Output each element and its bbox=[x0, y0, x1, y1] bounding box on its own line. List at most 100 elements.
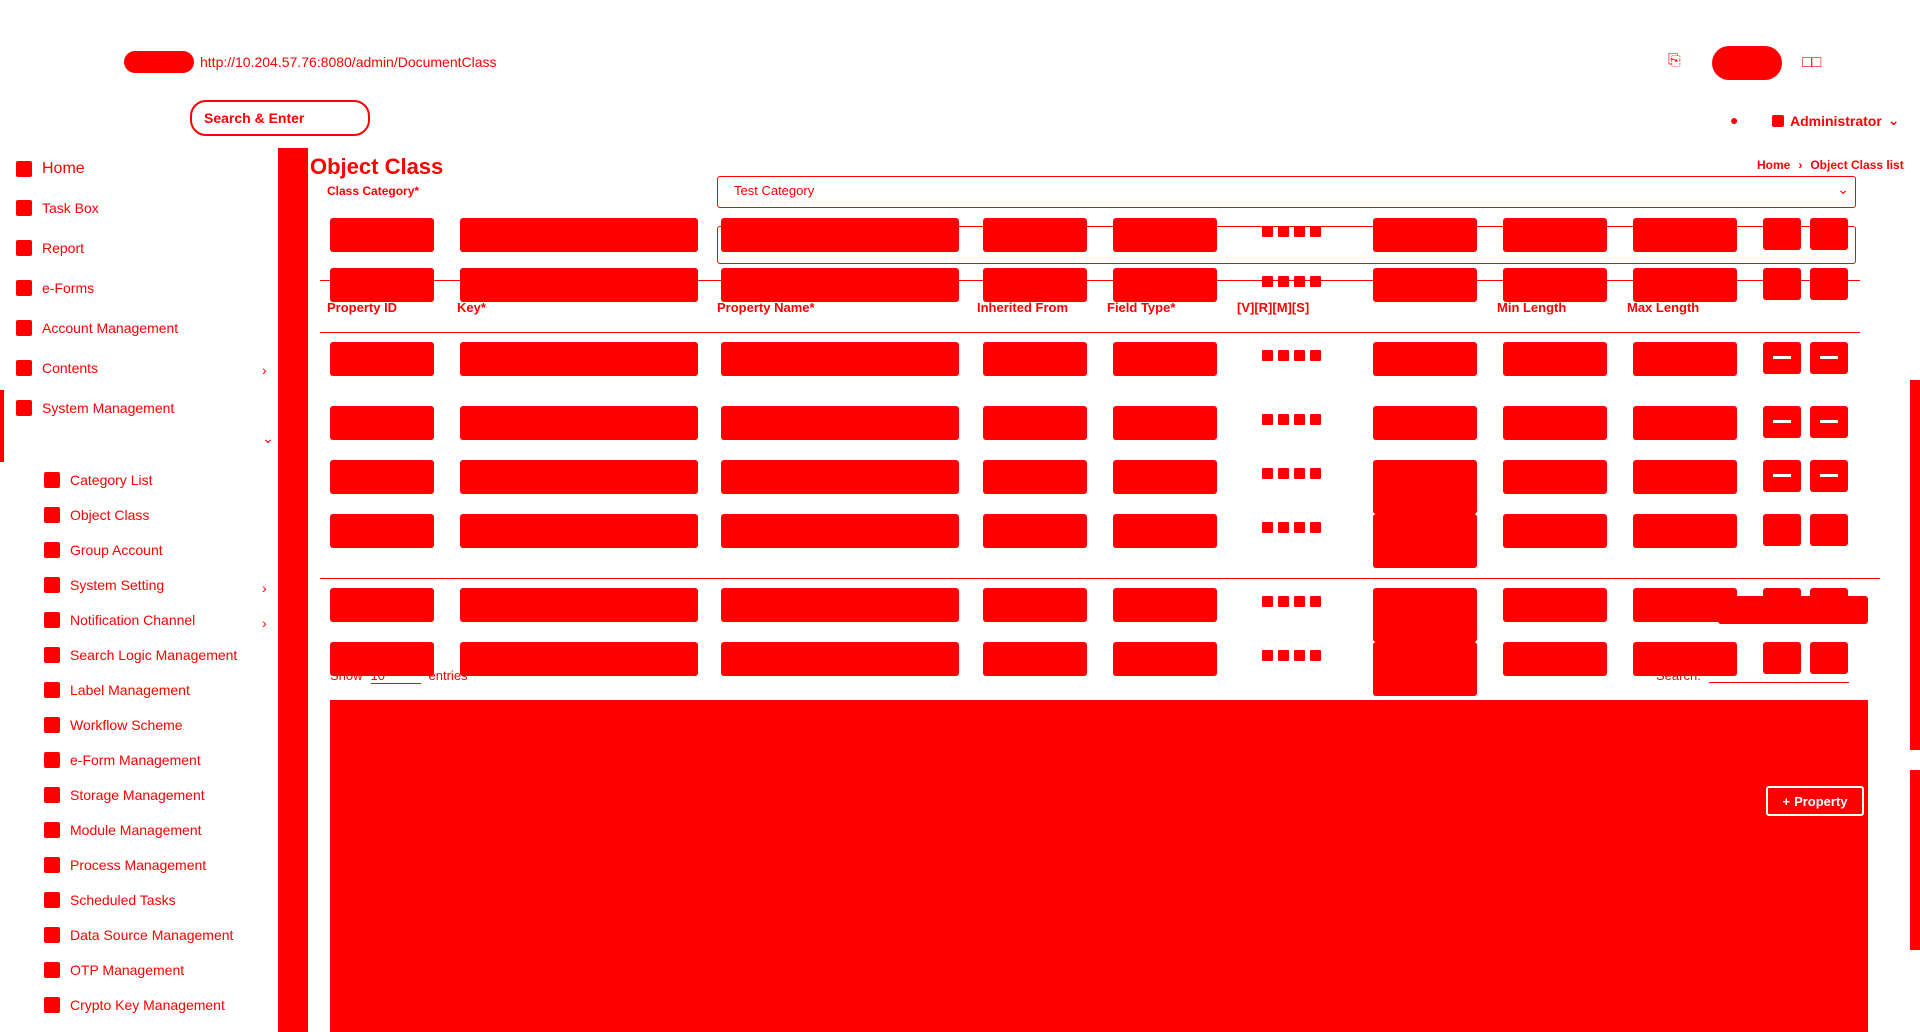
property-field[interactable] bbox=[1503, 642, 1607, 676]
property-field[interactable] bbox=[983, 342, 1087, 376]
property-field[interactable] bbox=[1113, 588, 1217, 622]
flag-checkbox[interactable] bbox=[1278, 522, 1289, 533]
submenu-item-system-setting[interactable]: System Setting bbox=[44, 577, 164, 593]
property-field[interactable] bbox=[330, 514, 434, 548]
table-search-input[interactable] bbox=[1708, 668, 1849, 683]
submenu-item-search-logic[interactable]: Search Logic Management bbox=[44, 647, 237, 663]
submenu-item-storage[interactable]: Storage Management bbox=[44, 787, 205, 803]
property-field[interactable] bbox=[1113, 268, 1217, 302]
flag-checkbox[interactable] bbox=[1278, 414, 1289, 425]
property-field[interactable] bbox=[1633, 460, 1737, 494]
flag-checkbox[interactable] bbox=[1294, 350, 1305, 361]
property-field[interactable] bbox=[330, 588, 434, 622]
property-field[interactable] bbox=[1113, 642, 1217, 676]
flag-checkbox[interactable] bbox=[1310, 468, 1321, 479]
property-field[interactable] bbox=[1113, 342, 1217, 376]
row-action-button[interactable] bbox=[1763, 218, 1801, 250]
remove-row-button[interactable] bbox=[1763, 342, 1801, 374]
property-field[interactable] bbox=[330, 268, 434, 302]
property-field[interactable] bbox=[1503, 460, 1607, 494]
property-field[interactable] bbox=[1113, 406, 1217, 440]
flag-checkbox[interactable] bbox=[1262, 596, 1273, 607]
property-field[interactable] bbox=[1373, 342, 1477, 376]
flag-checkbox[interactable] bbox=[1278, 596, 1289, 607]
property-field[interactable] bbox=[460, 588, 698, 622]
property-field[interactable] bbox=[1633, 514, 1737, 548]
flag-checkbox[interactable] bbox=[1262, 522, 1273, 533]
fullscreen-icon[interactable]: □□ bbox=[1802, 54, 1821, 72]
property-field[interactable] bbox=[721, 642, 959, 676]
submenu-item-datasource[interactable]: Data Source Management bbox=[44, 927, 233, 943]
add-property-button[interactable]: + Property bbox=[1766, 786, 1864, 816]
property-field[interactable] bbox=[1633, 268, 1737, 302]
flag-checkbox[interactable] bbox=[1262, 414, 1273, 425]
row-action-button[interactable] bbox=[1810, 268, 1848, 300]
property-field[interactable] bbox=[460, 642, 698, 676]
remove-row-button[interactable] bbox=[1810, 406, 1848, 438]
property-field[interactable] bbox=[983, 588, 1087, 622]
scrollbar-bottom[interactable] bbox=[1910, 770, 1920, 950]
property-field[interactable] bbox=[1373, 218, 1477, 252]
submenu-item-scheduled[interactable]: Scheduled Tasks bbox=[44, 892, 176, 908]
property-field[interactable] bbox=[1503, 406, 1607, 440]
sidebar-item-account[interactable]: Account Management bbox=[16, 320, 178, 336]
property-field[interactable] bbox=[1503, 268, 1607, 302]
property-field[interactable] bbox=[460, 460, 698, 494]
flag-checkbox[interactable] bbox=[1262, 226, 1273, 237]
flag-checkbox[interactable] bbox=[1278, 468, 1289, 479]
property-field[interactable] bbox=[1113, 514, 1217, 548]
flag-checkbox[interactable] bbox=[1294, 226, 1305, 237]
class-category-select[interactable]: Test Category ⌄ bbox=[717, 176, 1856, 208]
property-field[interactable] bbox=[721, 588, 959, 622]
submenu-item-eform[interactable]: e-Form Management bbox=[44, 752, 201, 768]
row-action-button[interactable] bbox=[1763, 514, 1801, 546]
property-field[interactable] bbox=[1373, 642, 1477, 696]
submenu-item-module[interactable]: Module Management bbox=[44, 822, 202, 838]
scrollbar-top[interactable] bbox=[1910, 380, 1920, 750]
flag-checkbox[interactable] bbox=[1262, 276, 1273, 287]
property-field[interactable] bbox=[330, 460, 434, 494]
row-action-button[interactable] bbox=[1810, 218, 1848, 250]
flag-checkbox[interactable] bbox=[1310, 226, 1321, 237]
sidebar-item-system[interactable]: System Management bbox=[16, 400, 174, 416]
property-field[interactable] bbox=[983, 406, 1087, 440]
notification-icon[interactable]: ● bbox=[1730, 112, 1738, 128]
submenu-item-group-account[interactable]: Group Account bbox=[44, 542, 163, 558]
property-field[interactable] bbox=[721, 268, 959, 302]
property-field[interactable] bbox=[1633, 342, 1737, 376]
property-field[interactable] bbox=[721, 460, 959, 494]
submenu-item-category-list[interactable]: Category List bbox=[44, 472, 152, 488]
property-field[interactable] bbox=[1373, 588, 1477, 642]
flag-checkbox[interactable] bbox=[1310, 414, 1321, 425]
property-field[interactable] bbox=[983, 514, 1087, 548]
property-field[interactable] bbox=[460, 342, 698, 376]
property-field[interactable] bbox=[1373, 460, 1477, 514]
property-field[interactable] bbox=[1373, 514, 1477, 568]
sidebar-item-eforms[interactable]: e-Forms bbox=[16, 280, 94, 296]
remove-row-button[interactable] bbox=[1763, 406, 1801, 438]
flag-checkbox[interactable] bbox=[1294, 414, 1305, 425]
breadcrumb-home[interactable]: Home bbox=[1757, 158, 1790, 172]
submenu-item-process[interactable]: Process Management bbox=[44, 857, 206, 873]
property-field[interactable] bbox=[1113, 218, 1217, 252]
submenu-item-label[interactable]: Label Management bbox=[44, 682, 190, 698]
property-field[interactable] bbox=[1633, 406, 1737, 440]
property-field[interactable] bbox=[1503, 514, 1607, 548]
flag-checkbox[interactable] bbox=[1262, 350, 1273, 361]
property-field[interactable] bbox=[983, 642, 1087, 676]
property-field[interactable] bbox=[983, 460, 1087, 494]
property-field[interactable] bbox=[330, 342, 434, 376]
property-field[interactable] bbox=[460, 218, 698, 252]
clear-button[interactable] bbox=[1718, 596, 1868, 624]
flag-checkbox[interactable] bbox=[1310, 596, 1321, 607]
flag-checkbox[interactable] bbox=[1278, 226, 1289, 237]
sidebar-item-report[interactable]: Report bbox=[16, 240, 84, 256]
property-field[interactable] bbox=[330, 218, 434, 252]
remove-row-button[interactable] bbox=[1810, 342, 1848, 374]
row-action-button[interactable] bbox=[1763, 268, 1801, 300]
property-field[interactable] bbox=[1503, 588, 1607, 622]
search-input[interactable]: Search & Enter bbox=[190, 100, 370, 136]
language-toggle[interactable] bbox=[1712, 46, 1782, 80]
submenu-item-otp[interactable]: OTP Management bbox=[44, 962, 184, 978]
flag-checkbox[interactable] bbox=[1294, 650, 1305, 661]
